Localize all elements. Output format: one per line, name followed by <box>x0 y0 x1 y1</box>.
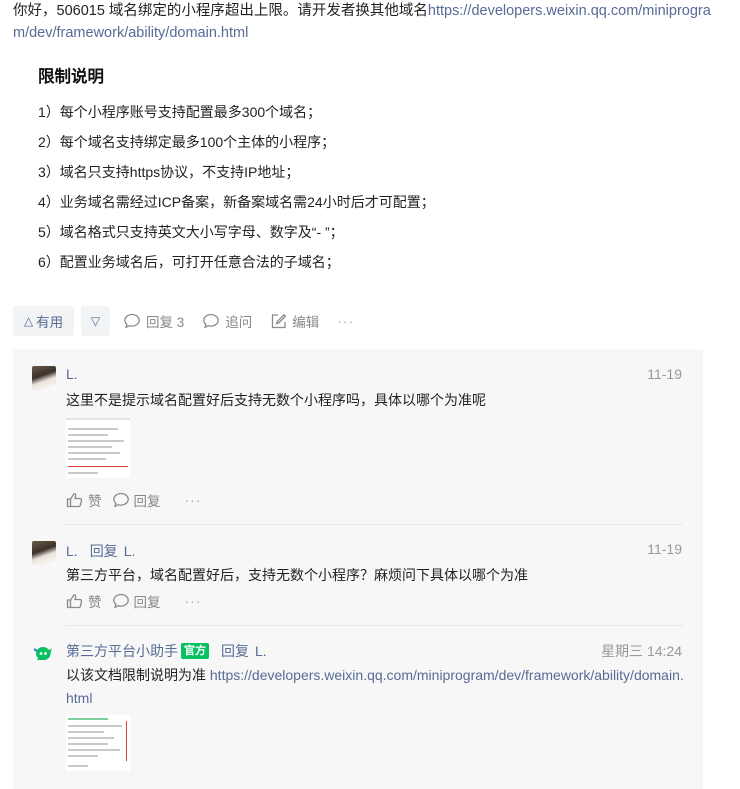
like-label: 赞 <box>88 494 102 509</box>
thumbs-up-icon <box>66 493 83 508</box>
reply-word: 回复 <box>89 543 118 559</box>
edit-button[interactable]: 编辑 <box>270 311 319 331</box>
comment-bubble-icon <box>203 313 220 329</box>
comment-author[interactable]: 第三方平台小助手 <box>66 641 178 661</box>
official-badge: 官方 <box>181 643 209 659</box>
divider <box>66 625 683 626</box>
more-button[interactable]: ··· <box>337 313 354 329</box>
thumbs-up-icon <box>66 594 83 609</box>
avatar[interactable] <box>32 541 56 565</box>
comment-bubble-icon <box>124 313 140 329</box>
downvote-icon: ▽ <box>90 314 101 328</box>
edit-label: 编辑 <box>292 315 320 330</box>
like-label: 赞 <box>88 595 102 610</box>
comment-image[interactable] <box>66 715 130 771</box>
reply-to-user[interactable]: L. <box>255 643 267 659</box>
limit-item: 2）每个域名支持绑定最多100个主体的小程序； <box>38 134 336 150</box>
comment-header: L. <box>66 366 78 382</box>
like-button[interactable]: 赞 <box>66 490 102 510</box>
comment-time: 11-19 <box>647 541 682 557</box>
limit-item: 3）域名只支持https协议，不支持IP地址； <box>38 164 300 180</box>
comment-section: L. 11-19 这里不是提示域名配置好后支持无数个小程序吗，具体以哪个为准呢 … <box>13 349 703 789</box>
downvote-button[interactable]: ▽ <box>81 306 110 336</box>
divider <box>66 524 683 525</box>
comment-bubble-icon <box>112 593 129 609</box>
limit-item: 5）域名格式只支持英文大小写字母、数字及“- ”； <box>38 224 344 240</box>
comment-text: 这里不是提示域名配置好后支持无数个小程序吗，具体以哪个为准呢 <box>66 392 486 408</box>
assistant-logo-icon[interactable] <box>32 643 56 667</box>
comment-actions: 赞 回复 ··· <box>66 490 202 510</box>
comment-text-prefix: 以该文档限制说明为准 <box>66 667 210 683</box>
answer-intro-text: 你好，506015 域名绑定的小程序超出上限。请开发者换其他域名 <box>13 3 428 19</box>
answer-actions: △ 有用 ▽ 回复 3 追问 编辑 ··· <box>13 306 354 336</box>
comment-time: 11-19 <box>647 366 682 382</box>
more-button[interactable]: ··· <box>185 492 202 508</box>
follow-up-button[interactable]: 追问 <box>202 311 252 331</box>
comment-author[interactable]: L. <box>66 543 78 559</box>
comment-author[interactable]: L. <box>66 366 78 382</box>
useful-label: 有用 <box>36 315 64 330</box>
comment-header: 第三方平台小助手 官方 回复 L. <box>66 641 267 661</box>
reply-button[interactable]: 回复 3 <box>123 311 184 331</box>
comment-reply-button[interactable]: 回复 <box>112 490 161 510</box>
reply-label: 回复 <box>133 494 161 509</box>
comment-text: 第三方平台，域名配置好后，支持无数个小程序？麻烦问下具体以哪个为准 <box>66 567 528 583</box>
more-button[interactable]: ··· <box>185 593 202 609</box>
reply-label: 回复 <box>133 595 161 610</box>
answer-intro: 你好，506015 域名绑定的小程序超出上限。请开发者换其他域名https://… <box>13 0 725 44</box>
like-button[interactable]: 赞 <box>66 591 102 611</box>
useful-button[interactable]: △ 有用 <box>13 306 74 336</box>
comment-reply-button[interactable]: 回复 <box>112 591 161 611</box>
limit-item: 1）每个小程序账号支持配置最多300个域名； <box>38 104 322 120</box>
limit-item: 6）配置业务域名后，可打开任意合法的子域名； <box>38 254 340 270</box>
limit-title: 限制说明 <box>38 68 104 86</box>
comment-header: L. 回复 L. <box>66 541 135 561</box>
limit-list: 1）每个小程序账号支持配置最多300个域名； 2）每个域名支持绑定最多100个主… <box>38 97 435 277</box>
follow-up-label: 追问 <box>225 315 253 330</box>
avatar[interactable] <box>32 366 56 390</box>
edit-icon <box>272 313 287 328</box>
reply-word: 回复 <box>221 643 249 659</box>
comment-time: 星期三 14:24 <box>601 643 682 659</box>
comment-image[interactable] <box>66 418 130 478</box>
limit-item: 4）业务域名需经过ICP备案，新备案域名需24小时后才可配置； <box>38 194 435 210</box>
reply-label: 回复 3 <box>146 315 185 330</box>
comment-bubble-icon <box>112 492 129 508</box>
upvote-icon: △ <box>23 314 34 328</box>
comment-text: 以该文档限制说明为准 https://developers.weixin.qq.… <box>66 664 686 710</box>
reply-to-user[interactable]: L. <box>124 543 136 559</box>
comment-actions: 赞 回复 ··· <box>66 591 202 611</box>
